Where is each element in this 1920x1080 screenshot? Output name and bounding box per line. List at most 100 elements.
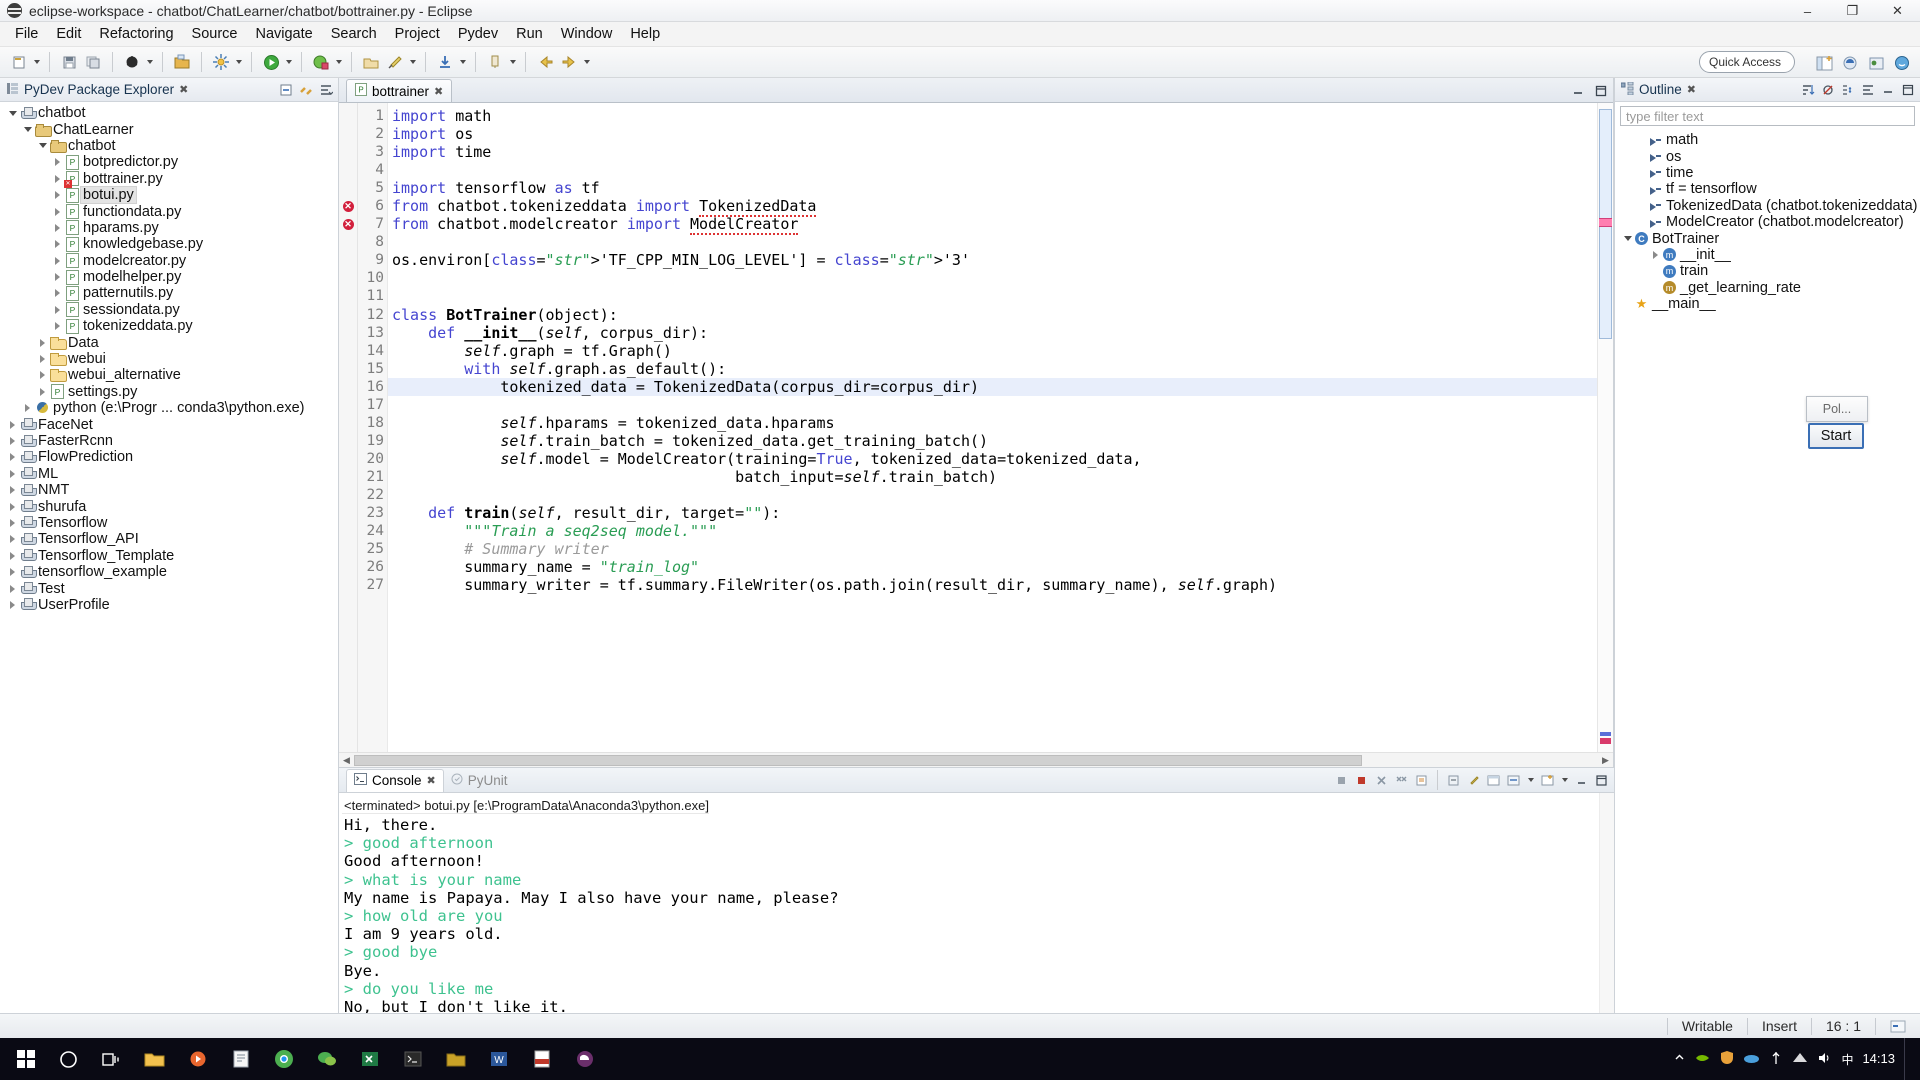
menu-window[interactable]: Window [552,23,622,45]
explorer-item-botui-py[interactable]: Pbotui.py [0,186,338,205]
code-line[interactable]: summary_name = "train_log" [388,558,1597,576]
tree-twistie-icon[interactable] [51,208,64,216]
console-tab-close-icon[interactable]: ✖ [427,774,436,787]
tray-icon-network[interactable] [1792,1051,1808,1067]
tree-twistie-icon[interactable] [51,240,64,248]
code-line[interactable]: import math [388,107,1597,125]
pin-dropdown-icon[interactable] [407,50,418,74]
perspective-debug-button[interactable] [1864,51,1888,75]
code-line[interactable]: batch_input=self.train_batch) [388,468,1597,486]
open-perspective-button[interactable] [1812,51,1836,75]
menu-refactoring[interactable]: Refactoring [90,23,182,45]
taskbar-item-folder2[interactable] [434,1038,477,1080]
explorer-item-python-e-progr-conda3-python-exe-[interactable]: python (e:\Progr ... conda3\python.exe) [0,400,338,416]
tree-twistie-icon[interactable] [6,111,19,116]
code-line[interactable]: summary_writer = tf.summary.FileWriter(o… [388,576,1597,594]
tree-twistie-icon[interactable] [6,568,19,576]
outline-close-icon[interactable]: ✖ [1687,83,1696,96]
tree-twistie-icon[interactable] [51,273,64,281]
explorer-item-modelcreator-py[interactable]: Pmodelcreator.py [0,253,338,269]
tree-twistie-icon[interactable] [6,503,19,511]
debug-dropdown-icon[interactable] [144,50,155,74]
tree-twistie-icon[interactable] [6,421,19,429]
explorer-item-modelhelper-py[interactable]: Pmodelhelper.py [0,269,338,285]
menu-project[interactable]: Project [386,23,449,45]
scroll-thumb[interactable] [354,754,1362,766]
menu-search[interactable]: Search [322,23,386,45]
new-console-dropdown-icon[interactable] [1559,768,1570,792]
code-line[interactable]: with self.graph.as_default(): [388,360,1597,378]
code-line[interactable] [388,486,1597,504]
code-line[interactable] [388,287,1597,305]
outline-item-tokenizeddata-chatbot-tokenizeddata-[interactable]: TokenizedData (chatbot.tokenizeddata) [1615,198,1920,214]
outline-twistie-icon[interactable] [1621,236,1634,241]
tree-twistie-icon[interactable] [6,552,19,560]
explorer-item-chatlearner[interactable]: ChatLearner [0,121,338,138]
explorer-item-flowprediction[interactable]: FlowPrediction [0,449,338,465]
tray-icon-input-method[interactable]: 中 [1841,1051,1853,1068]
outline-item-math[interactable]: math [1615,132,1920,148]
windows-start-button[interactable] [4,1038,47,1080]
cortana-search-button[interactable] [47,1038,90,1080]
explorer-item-fasterrcnn[interactable]: FasterRcnn [0,433,338,449]
editor-maximize-button[interactable] [1592,82,1609,99]
run-button[interactable] [259,50,283,74]
quick-access-input[interactable]: Quick Access [1699,51,1795,73]
scroll-track[interactable] [354,754,1598,766]
collapse-all-button[interactable] [277,81,294,98]
tree-twistie-icon[interactable] [6,585,19,593]
code-line[interactable]: from chatbot.tokenizeddata import Tokeni… [388,197,1597,218]
code-line[interactable]: self.hparams = tokenized_data.hparams [388,414,1597,432]
terminate-button[interactable] [1353,772,1370,789]
code-line[interactable] [388,396,1597,414]
run-dropdown-icon[interactable] [283,50,294,74]
outline-item-time[interactable]: time [1615,165,1920,181]
remove-all-launches-button[interactable] [1393,772,1410,789]
error-icon[interactable]: ✕ [342,200,354,212]
tree-twistie-icon[interactable] [51,224,64,232]
code-line[interactable]: import tensorflow as tf [388,179,1597,197]
menu-run[interactable]: Run [507,23,552,45]
overview-ruler[interactable] [1597,103,1613,752]
explorer-item-chatbot[interactable]: chatbot [0,105,338,121]
sort-button[interactable] [1799,81,1816,98]
menu-help[interactable]: Help [621,23,669,45]
tree-twistie-icon[interactable] [51,289,64,297]
explorer-item-shurufa[interactable]: shurufa [0,498,338,515]
clear-console-button[interactable] [1413,772,1430,789]
code-line[interactable]: """Train a seq2seq model.""" [388,522,1597,540]
tray-icon-volume[interactable] [1817,1051,1832,1068]
tree-twistie-icon[interactable] [6,470,19,478]
explorer-item-botpredictor-py[interactable]: Pbotpredictor.py [0,154,338,170]
taskbar-item-cmd[interactable] [391,1038,434,1080]
tree-twistie-icon[interactable] [51,306,64,314]
outline-item-bottrainer[interactable]: C BotTrainer [1615,230,1920,247]
run-external-dropdown-icon[interactable] [233,50,244,74]
view-menu-button[interactable] [317,81,334,98]
scroll-left-icon[interactable]: ◀ [339,755,354,766]
next-annotation-dropdown-icon[interactable] [507,50,518,74]
code-line[interactable]: def __init__(self, corpus_dir): [388,324,1597,342]
taskbar-item-wechat[interactable] [305,1038,348,1080]
taskbar-item-explorer[interactable] [133,1038,176,1080]
taskbar-clock[interactable]: 14:13 [1862,1051,1895,1067]
explorer-item-hparams-py[interactable]: Phparams.py [0,220,338,236]
remove-launch-button[interactable] [1373,772,1390,789]
tab-pyunit[interactable]: PyUnit [444,769,515,792]
console-minimize-button[interactable] [1573,772,1590,789]
tree-twistie-icon[interactable] [51,257,64,265]
tree-twistie-icon[interactable] [51,322,64,330]
console-maximize-button[interactable] [1593,772,1610,789]
open-resource-button[interactable] [359,50,383,74]
explorer-item-knowledgebase-py[interactable]: Pknowledgebase.py [0,236,338,252]
explorer-item-bottrainer-py[interactable]: P ✕ bottrainer.py [0,171,338,189]
tree-twistie-icon[interactable] [6,453,19,461]
taskbar-item-excel[interactable] [348,1038,391,1080]
tray-icon-usb[interactable] [1769,1051,1783,1068]
code-line[interactable] [388,269,1597,287]
explorer-item-sessiondata-py[interactable]: Psessiondata.py [0,302,338,318]
code-line[interactable]: from chatbot.modelcreator import ModelCr… [388,215,1597,236]
code-line[interactable]: class BotTrainer(object): [388,306,1597,324]
tree-twistie-icon[interactable] [21,404,34,412]
download-dropdown-icon[interactable] [457,50,468,74]
